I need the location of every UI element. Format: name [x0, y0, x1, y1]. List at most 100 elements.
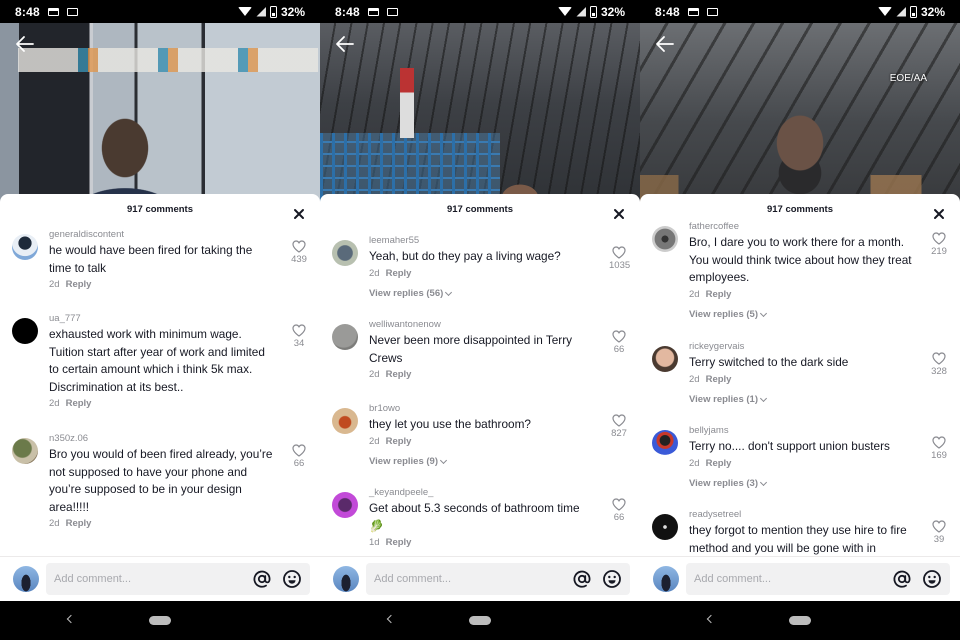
comment-username[interactable]: welliwantonenow [369, 318, 595, 331]
comment-username[interactable]: rickeygervais [689, 340, 915, 353]
comment-item[interactable]: bellyjams Terry no.... don't support unio… [640, 424, 960, 491]
comments-list[interactable]: fathercoffee Bro, I dare you to work ther… [640, 220, 960, 556]
commenter-avatar[interactable] [332, 324, 358, 350]
commenter-avatar[interactable] [652, 514, 678, 540]
reply-button[interactable]: Reply [66, 279, 92, 290]
like-button[interactable]: 66 [609, 330, 629, 356]
nav-home-pill[interactable] [149, 616, 171, 625]
comment-item[interactable]: generaldiscontent he would have been fire… [0, 228, 320, 292]
commenter-avatar[interactable] [332, 240, 358, 266]
reply-button[interactable]: Reply [66, 398, 92, 409]
reply-button[interactable]: Reply [66, 518, 92, 529]
commenter-avatar[interactable] [652, 346, 678, 372]
cell-signal-icon [576, 7, 586, 17]
like-count: 169 [931, 450, 947, 461]
smiley-icon[interactable] [922, 569, 942, 589]
comment-username[interactable]: bellyjams [689, 424, 915, 437]
comment-username[interactable]: readysetreel [689, 508, 915, 521]
add-comment-input[interactable] [54, 573, 242, 585]
like-button[interactable]: 1035 [609, 246, 630, 272]
nav-home-pill[interactable] [469, 616, 491, 625]
commenter-avatar[interactable] [652, 226, 678, 252]
commenter-avatar[interactable] [332, 492, 358, 518]
like-button[interactable]: 34 [289, 324, 309, 350]
status-bar: 8:48 32% [640, 0, 960, 23]
reply-button[interactable]: Reply [706, 374, 732, 385]
comment-item[interactable]: ua_777 exhausted work with minimum wage. … [0, 312, 320, 411]
view-replies-button[interactable]: View replies (9) [369, 455, 448, 469]
commenter-avatar[interactable] [12, 234, 38, 260]
close-button[interactable] [933, 207, 945, 219]
comment-username[interactable]: generaldiscontent [49, 228, 275, 241]
smiley-icon[interactable] [602, 569, 622, 589]
comment-text: Bro, I dare you to work there for a mont… [689, 235, 912, 284]
nav-back-icon[interactable] [706, 614, 716, 624]
view-replies-button[interactable]: View replies (3) [689, 477, 768, 491]
comment-item[interactable]: br1owo they let you use the bathroom? 2d Re… [320, 402, 640, 469]
reply-button[interactable]: Reply [386, 436, 412, 447]
comment-username[interactable]: n350z.06 [49, 432, 275, 445]
close-button[interactable] [613, 207, 625, 219]
comment-username[interactable]: br1owo [369, 402, 595, 415]
comment-item[interactable]: n350z.06 Bro you would of been fired alre… [0, 432, 320, 531]
chevron-down-icon [759, 478, 768, 486]
comment-item[interactable]: rickeygervais Terry switched to the dark … [640, 340, 960, 407]
reply-button[interactable]: Reply [386, 268, 412, 279]
like-button[interactable]: 439 [289, 240, 309, 266]
smiley-icon[interactable] [282, 569, 302, 589]
like-button[interactable]: 66 [289, 444, 309, 470]
close-button[interactable] [293, 207, 305, 219]
reply-button[interactable]: Reply [706, 289, 732, 300]
view-replies-button[interactable]: View replies (5) [689, 308, 768, 322]
comment-meta: 2d Reply [369, 435, 595, 449]
nav-back-icon[interactable] [386, 614, 396, 624]
wifi-icon [237, 7, 252, 16]
comments-list[interactable]: leemaher55 Yeah, but do they pay a living… [320, 222, 640, 556]
view-replies-button[interactable]: View replies (1) [689, 393, 768, 407]
add-comment-input[interactable] [694, 573, 882, 585]
my-avatar[interactable] [13, 566, 39, 592]
like-button[interactable]: 66 [609, 498, 629, 524]
comment-item[interactable]: welliwantonenow Never been more disappoin… [320, 318, 640, 382]
commenter-avatar[interactable] [12, 438, 38, 464]
close-icon [614, 209, 624, 219]
comment-username[interactable]: leemaher55 [369, 234, 595, 247]
comment-username[interactable]: _keyandpeele_ [369, 486, 595, 499]
like-button[interactable]: 328 [929, 352, 949, 378]
comment-item[interactable]: fathercoffee Bro, I dare you to work ther… [640, 220, 960, 322]
at-sign-icon[interactable] [572, 569, 592, 589]
like-count: 66 [613, 512, 625, 523]
nav-back-icon[interactable] [66, 614, 76, 624]
comment-item[interactable]: leemaher55 Yeah, but do they pay a living… [320, 234, 640, 301]
reply-button[interactable]: Reply [386, 537, 412, 548]
comment-text: he would have been fired for taking the … [49, 243, 253, 275]
at-sign-icon[interactable] [252, 569, 272, 589]
commenter-avatar[interactable] [652, 430, 678, 456]
reply-button[interactable]: Reply [386, 369, 412, 380]
comment-item[interactable]: readysetreel they forgot to mention they … [640, 508, 960, 556]
like-button[interactable]: 39 [929, 520, 949, 546]
at-sign-icon[interactable] [892, 569, 912, 589]
comment-age: 2d [49, 398, 60, 409]
my-avatar[interactable] [653, 566, 679, 592]
back-button[interactable] [15, 35, 35, 53]
reply-button[interactable]: Reply [706, 458, 732, 469]
comment-username[interactable]: ua_777 [49, 312, 275, 325]
back-button[interactable] [335, 35, 355, 53]
commenter-avatar[interactable] [332, 408, 358, 434]
add-comment-input[interactable] [374, 573, 562, 585]
like-button[interactable]: 219 [929, 232, 949, 258]
video-background[interactable] [640, 23, 960, 203]
like-button[interactable]: 169 [929, 436, 949, 462]
commenter-avatar[interactable] [12, 318, 38, 344]
comments-list[interactable]: generaldiscontent he would have been fire… [0, 222, 320, 556]
video-background[interactable] [320, 23, 640, 203]
video-background[interactable] [0, 23, 320, 203]
view-replies-button[interactable]: View replies (56) [369, 287, 453, 301]
comment-item[interactable]: _keyandpeele_ Get about 5.3 seconds of ba… [320, 486, 640, 550]
comment-username[interactable]: fathercoffee [689, 220, 915, 233]
my-avatar[interactable] [333, 566, 359, 592]
nav-home-pill[interactable] [789, 616, 811, 625]
back-button[interactable] [655, 35, 675, 53]
like-button[interactable]: 827 [609, 414, 629, 440]
